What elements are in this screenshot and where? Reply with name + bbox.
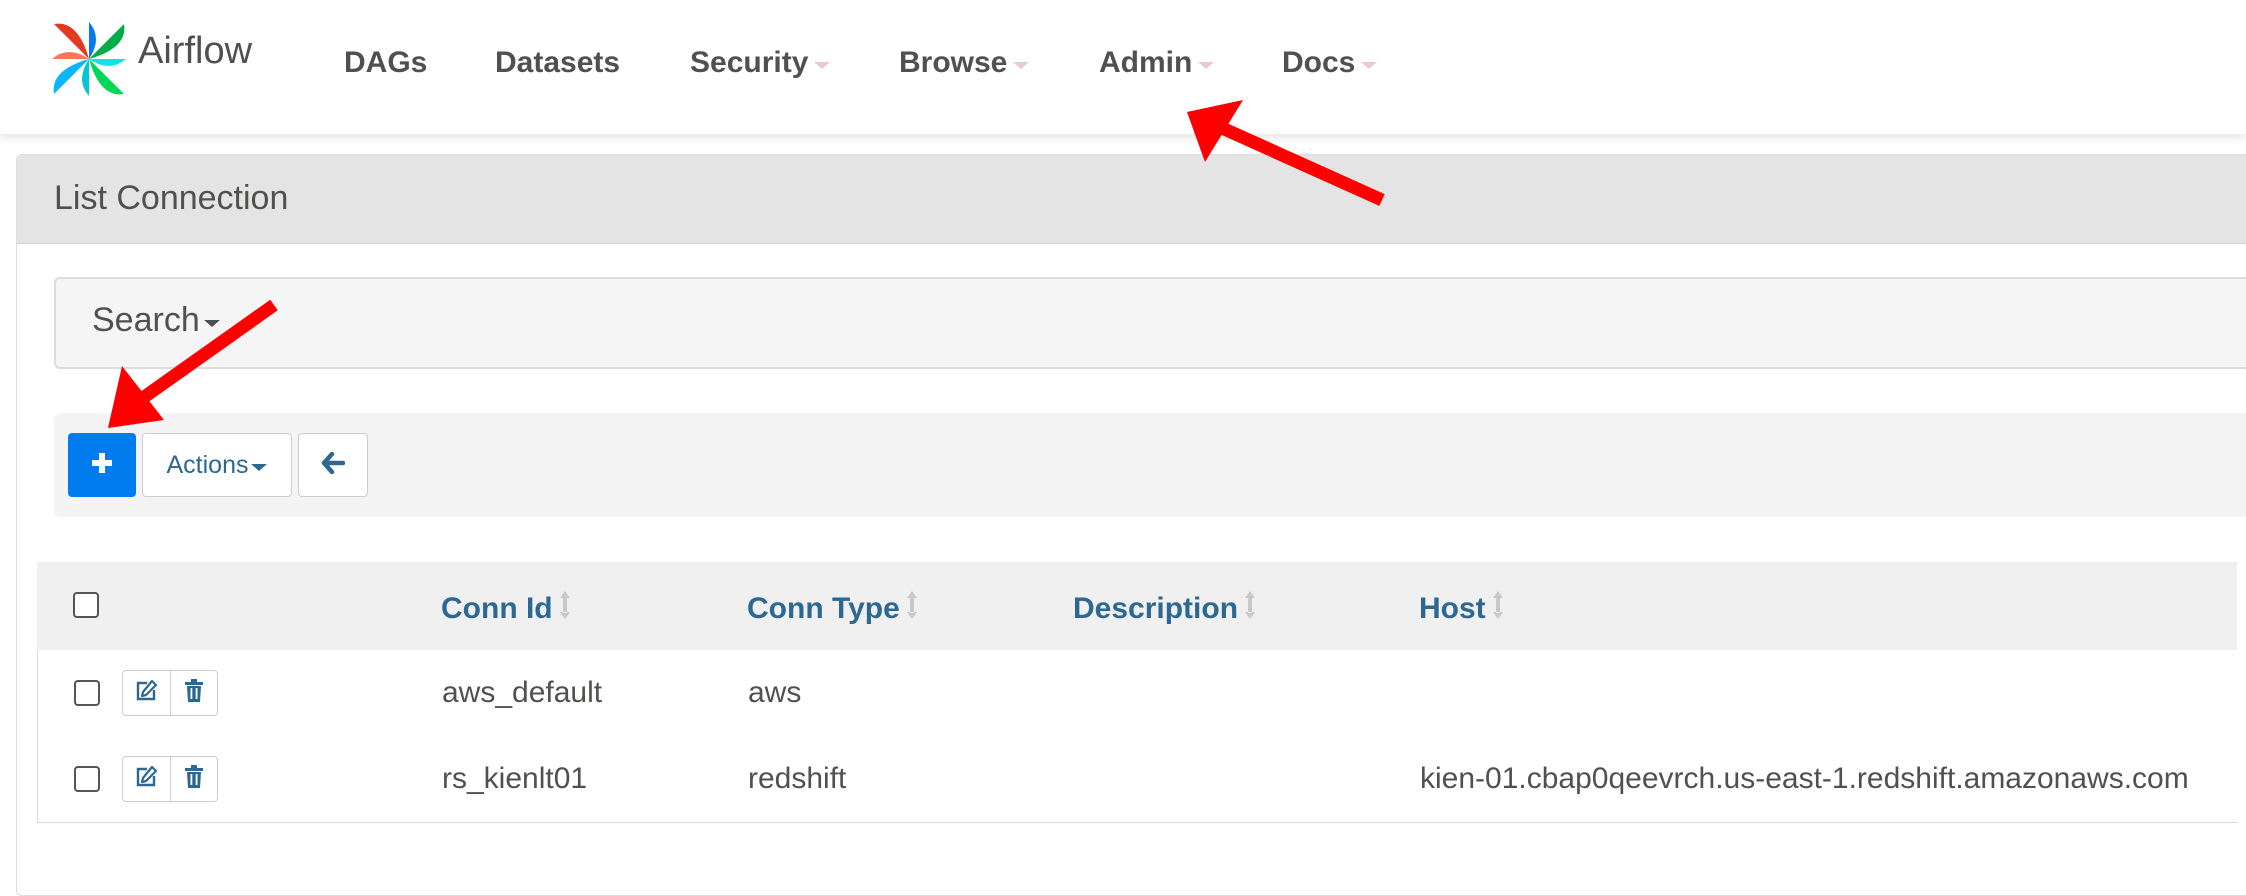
cell-conn-id: aws_default [442, 676, 603, 709]
nav-datasets-label: Datasets [495, 46, 621, 79]
nav-dags-label: DAGs [344, 46, 428, 79]
sort-icon [906, 590, 918, 628]
cell-conn-type: aws [748, 676, 802, 709]
nav-security-label: Security [690, 46, 809, 79]
chevron-down-icon [1013, 61, 1030, 69]
chevron-down-icon [1361, 61, 1378, 69]
airflow-logo-icon [48, 18, 130, 105]
column-label: Host [1419, 592, 1486, 625]
trash-icon [184, 678, 204, 708]
list-toolbar: Actions [54, 413, 2246, 517]
cell-conn-id: rs_kienlt01 [442, 762, 588, 795]
cell-host: kien-01.cbap0qeevrch.us-east-1.redshift.… [1420, 762, 2189, 795]
nav-admin[interactable]: Admin [1099, 46, 1215, 80]
row-checkbox[interactable] [74, 680, 100, 706]
column-header-description[interactable]: Description [1073, 590, 1256, 628]
back-button[interactable] [298, 433, 368, 497]
actions-label: Actions [166, 450, 249, 479]
table-row: rs_kienlt01 redshift kien-01.cbap0qeevrc… [37, 736, 2238, 823]
column-label: Conn Id [441, 592, 553, 625]
nav-datasets[interactable]: Datasets [495, 46, 620, 80]
sort-icon [559, 590, 571, 628]
column-label: Description [1073, 592, 1239, 625]
nav-security[interactable]: Security [690, 46, 831, 80]
column-header-conn-type[interactable]: Conn Type [747, 590, 918, 628]
table-row: aws_default aws [37, 650, 2238, 737]
plus-icon [91, 452, 113, 479]
column-header-host[interactable]: Host [1419, 590, 1504, 628]
edit-button[interactable] [123, 671, 170, 715]
brand-name: Airflow [138, 29, 253, 72]
nav-browse[interactable]: Browse [899, 46, 1030, 80]
select-all-checkbox[interactable] [73, 592, 99, 618]
row-actions [122, 756, 218, 802]
trash-icon [184, 764, 204, 794]
table-header: Conn Id Conn Type Description Host [37, 562, 2237, 650]
nav-docs[interactable]: Docs [1282, 46, 1378, 80]
cell-conn-type: redshift [748, 762, 847, 795]
nav-admin-label: Admin [1099, 46, 1193, 79]
panel-heading: List Connection [17, 155, 2246, 244]
nav-browse-label: Browse [899, 46, 1008, 79]
search-bar: Search [54, 277, 2246, 369]
row-actions [122, 670, 218, 716]
search-dropdown[interactable]: Search [92, 301, 220, 340]
sort-icon [1244, 590, 1256, 628]
chevron-down-icon [814, 61, 831, 69]
edit-icon [134, 679, 158, 708]
arrow-left-icon [321, 451, 346, 479]
delete-button[interactable] [169, 757, 218, 801]
brand-link[interactable]: Airflow [48, 20, 252, 102]
top-navbar: Airflow DAGs Datasets Security Browse Ad… [0, 0, 2246, 134]
caret-down-icon [251, 463, 268, 471]
nav-docs-label: Docs [1282, 46, 1356, 79]
caret-down-icon [203, 320, 220, 327]
column-label: Conn Type [747, 592, 900, 625]
row-checkbox[interactable] [74, 766, 100, 792]
search-label: Search [92, 301, 200, 339]
edit-button[interactable] [123, 757, 170, 801]
nav-dags[interactable]: DAGs [344, 46, 427, 80]
sort-icon [1492, 590, 1504, 628]
column-header-conn-id[interactable]: Conn Id [441, 590, 571, 628]
edit-icon [134, 765, 158, 794]
delete-button[interactable] [169, 671, 218, 715]
chevron-down-icon [1198, 61, 1215, 69]
add-connection-button[interactable] [68, 433, 136, 497]
page-title: List Connection [54, 179, 289, 217]
actions-dropdown-button[interactable]: Actions [142, 433, 292, 497]
